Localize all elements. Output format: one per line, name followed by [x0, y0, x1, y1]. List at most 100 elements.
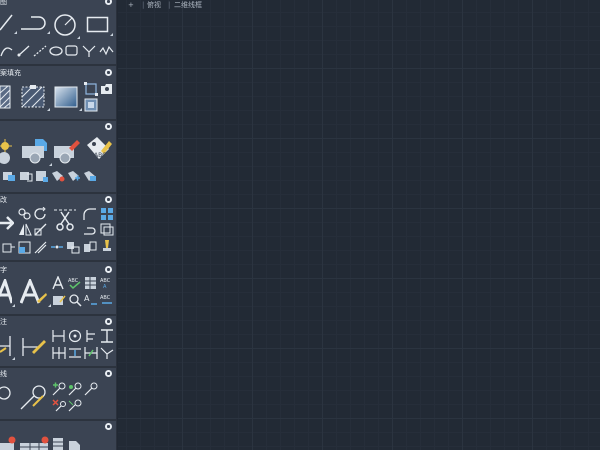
edit-polyline-icon[interactable]: [83, 241, 97, 254]
section-title-text: 案填充: [0, 69, 21, 77]
copy-tool-icon[interactable]: [18, 207, 32, 221]
palette-section-block: ABC: [0, 121, 116, 192]
block-tool-2-icon[interactable]: [19, 170, 33, 182]
quick-dimension-icon[interactable]: [20, 334, 48, 358]
align-leader-icon[interactable]: [68, 382, 82, 396]
polyline-tool-icon[interactable]: [19, 14, 50, 34]
add-leader-icon[interactable]: [52, 382, 66, 396]
gear-icon[interactable]: [105, 423, 112, 430]
text-table-icon[interactable]: [84, 276, 98, 290]
boundary-tool-icon[interactable]: [84, 82, 98, 96]
ellipse-tool-icon[interactable]: [48, 45, 64, 57]
radius-dimension-icon[interactable]: [68, 329, 82, 343]
find-text-icon[interactable]: [68, 293, 82, 307]
text-scale-icon[interactable]: A: [84, 293, 98, 307]
continue-dimension-icon[interactable]: [52, 346, 66, 360]
svg-text:A: A: [103, 284, 107, 290]
text-justify-icon[interactable]: ABC: [100, 293, 114, 307]
visual-style-label[interactable]: 二维线框: [174, 0, 202, 11]
svg-text:ABC: ABC: [94, 152, 106, 159]
dimension-update-icon[interactable]: [100, 346, 114, 360]
spell-check-icon[interactable]: ABC: [68, 276, 82, 290]
chamfer-tool-icon[interactable]: [34, 241, 48, 254]
join-tool-icon[interactable]: [18, 241, 32, 254]
gradient-fill-icon[interactable]: [53, 85, 82, 111]
region-tool-icon[interactable]: [100, 83, 114, 95]
attribute-tag-icon[interactable]: ABC: [85, 135, 113, 165]
edit-block-icon[interactable]: [53, 138, 81, 164]
table-style-icon[interactable]: [52, 437, 66, 450]
block-tool-6-icon[interactable]: [83, 170, 97, 182]
leader-style-icon[interactable]: [68, 398, 82, 412]
block-tool-5-icon[interactable]: [67, 170, 81, 182]
remove-leader-icon[interactable]: [52, 398, 66, 412]
line-tool-icon[interactable]: [0, 12, 17, 34]
viewport-menu-button[interactable]: +: [128, 0, 134, 11]
dimension-space-icon[interactable]: [68, 346, 82, 360]
aligned-dimension-icon[interactable]: [52, 329, 66, 343]
tool-palette: 图 案填充 ABC 改 字 ABC ABC A A ABC 注 线: [0, 0, 117, 450]
arc-tool-icon[interactable]: [17, 44, 31, 58]
gear-icon[interactable]: [105, 123, 112, 130]
section-title-dimension: 注: [0, 316, 116, 329]
section-title-text: 图: [0, 0, 7, 6]
gear-icon[interactable]: [105, 69, 112, 76]
draw-order-icon[interactable]: [100, 239, 114, 254]
gear-icon[interactable]: [105, 318, 112, 325]
extend-tool-icon[interactable]: [83, 223, 97, 236]
stretch-tool-icon[interactable]: [2, 241, 16, 254]
scale-tool-icon[interactable]: [34, 223, 48, 236]
text-align-icon[interactable]: ABC A: [100, 276, 114, 290]
explode-tool-icon[interactable]: [66, 241, 80, 254]
ordinate-dimension-icon[interactable]: [84, 329, 98, 343]
dimension-break-icon[interactable]: [84, 346, 98, 360]
rotate-tool-icon[interactable]: [34, 207, 48, 221]
multiline-text-icon[interactable]: [0, 279, 15, 307]
fillet-tool-icon[interactable]: [83, 207, 97, 221]
leader-tool-icon[interactable]: [19, 384, 47, 412]
wipeout-tool-icon[interactable]: [84, 98, 98, 112]
collect-leader-icon[interactable]: [84, 382, 98, 396]
section-title-draw: 图: [0, 0, 116, 9]
construction-line-icon[interactable]: [33, 44, 47, 58]
section-title-block: [0, 121, 116, 134]
revision-cloud-icon[interactable]: [65, 45, 79, 57]
block-tool-4-icon[interactable]: [51, 170, 65, 182]
multileader-icon[interactable]: [0, 385, 14, 401]
view-cube-label[interactable]: 俯视: [147, 0, 161, 11]
gear-icon[interactable]: [105, 370, 112, 377]
spline-tool-icon[interactable]: [0, 44, 14, 58]
create-block-icon[interactable]: [21, 138, 52, 166]
trim-tool-icon[interactable]: [52, 206, 78, 232]
freehand-tool-icon[interactable]: [99, 44, 115, 58]
gear-icon[interactable]: [105, 266, 112, 273]
section-title-leader: 线: [0, 368, 116, 381]
table-export-icon[interactable]: [68, 437, 82, 450]
text-style-icon[interactable]: [52, 276, 66, 290]
gear-icon[interactable]: [105, 0, 112, 5]
drawing-viewport[interactable]: + | 俯视 | 二维线框: [118, 0, 600, 450]
table-insert-icon[interactable]: [0, 435, 18, 450]
multiline-tool-icon[interactable]: [82, 44, 96, 58]
baseline-dimension-icon[interactable]: [100, 329, 114, 343]
hatch-tool-icon[interactable]: [0, 85, 12, 109]
palette-section-table: [0, 421, 116, 450]
edit-text-icon[interactable]: [52, 293, 66, 307]
section-title-text: 字: [0, 266, 7, 274]
linear-dimension-icon[interactable]: [0, 334, 15, 360]
break-tool-icon[interactable]: [50, 241, 64, 254]
mirror-tool-icon[interactable]: [18, 223, 32, 236]
circle-tool-icon[interactable]: [53, 13, 80, 39]
single-line-text-icon[interactable]: [20, 279, 51, 307]
array-tool-icon[interactable]: [100, 207, 114, 221]
gradient-hatch-icon[interactable]: [21, 85, 50, 111]
palette-section-draw: 图: [0, 0, 116, 64]
block-tool-1-icon[interactable]: [2, 170, 16, 182]
move-tool-icon[interactable]: [0, 212, 14, 234]
rectangle-tool-icon[interactable]: [86, 16, 113, 36]
gear-icon[interactable]: [105, 196, 112, 203]
insert-block-icon[interactable]: [0, 138, 14, 164]
block-tool-3-icon[interactable]: [35, 170, 49, 182]
offset-tool-icon[interactable]: [100, 223, 114, 236]
table-edit-icon[interactable]: [20, 435, 52, 450]
